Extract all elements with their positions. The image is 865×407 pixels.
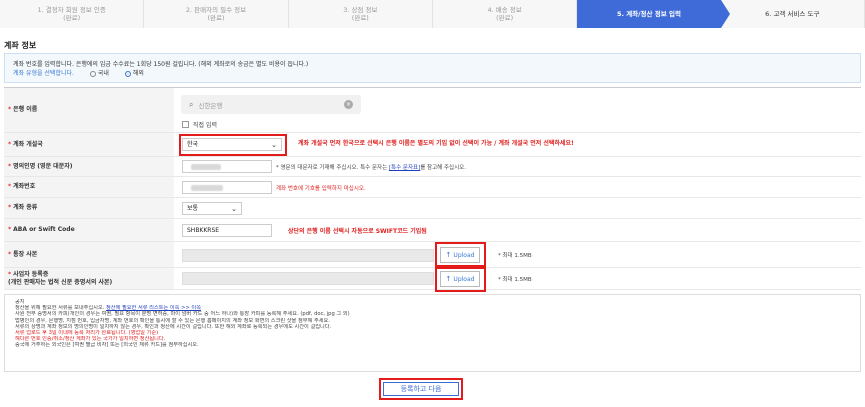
register-next-button[interactable]: 등록하고 다음 [383,382,459,396]
business-reg-file-field [182,272,434,285]
row-bank-name: * 은행 이름 [4,88,861,133]
section-title: 계좌 정보 [4,41,37,50]
highlight-passbook-upload [435,242,486,267]
clear-icon[interactable]: × [344,100,353,109]
radio-domestic[interactable] [89,70,96,77]
info-text: 계좌 번호를 입력합니다. 은행에의 입금 수수료는 1회당 150원 걸립니다… [13,61,309,68]
documents-list-link[interactable]: 정산에 필요한 서류 리스트는 이쪽 >> 이쪽 [106,305,201,311]
label-bank-name: * 은행 이름 [4,88,174,132]
submit-highlight: 등록하고 다음 [379,378,463,400]
notice-line: 중국에 거주하는 외국인은 [여권 별급 비자] 또는 [외국인 체류 카드]를… [15,342,199,349]
swift-note: 상단의 은행 이름 선택시 자동으로 SWIFT코드 기입됨 [288,228,427,235]
passbook-size-limit: * 최대 1.5MB [498,253,532,259]
row-account-type: * 계좌 종류 보통 ⌄ [4,198,861,219]
business-reg-size-limit: * 최대 1.5MB [498,277,532,283]
checkbox-box[interactable] [182,121,189,128]
info-box: 계좌 번호를 입력합니다. 은행에의 입금 수수료는 1회당 150원 걸립니다… [4,53,861,83]
step-status: (완료) [63,14,81,22]
special-char-link[interactable]: [특수 문자표] [389,165,420,171]
chevron-down-icon: ⌄ [231,205,237,213]
step-title: 4. 배송 정보 [487,6,522,14]
step-title: 5. 계좌/정산 정보 입력 [616,10,681,18]
step-title: 2. 판매자의 필수 정보 [185,6,247,14]
step-2[interactable]: 2. 판매자의 필수 정보 (완료) [144,0,289,28]
label-account-type: * 계좌 종류 [4,198,174,218]
label-swift-code: * ABA or Swift Code [4,219,174,241]
row-account-number: * 계좌번호 계좌 번호에 기호를 입력하지 마십시오. [4,177,861,198]
row-swift-code: * ABA or Swift Code SHBKKRSE 상단의 은행 이름 선택… [4,219,861,242]
highlight-business-upload [435,267,486,292]
step-3[interactable]: 3. 상점 정보 (완료) [289,0,433,28]
account-form: * 은행 이름 * 계좌 개설국 한국 ⌄ * 명의인명 (영문 대문자) * 영문의 … [4,87,861,290]
country-note: 계좌 개설국 먼저 한국으로 선택시 은행 이름은 별도의 기입 없이 선택이 … [298,140,574,147]
label-holder-name: * 명의인명 (영문 대문자) [4,157,174,176]
step-title: 3. 상점 정보 [343,6,378,14]
step-status: (완료) [496,14,514,22]
bank-placeholder: 신한은행 [198,101,223,110]
direct-input-checkbox[interactable]: 직접 입력 [182,120,217,129]
search-icon: ⌕ [189,99,194,109]
swift-code-input[interactable]: SHBKKRSE [182,224,272,237]
step-5-current[interactable]: 5. 계좌/정산 정보 입력 [577,0,730,28]
highlight-country [179,134,287,156]
row-business-registration: * 사업자 등록증 (개인 판매자는 법적 신분 증명서의 사본) ↑ Upload… [4,268,861,290]
row-passbook: * 통장 사본 ↑ Upload * 최대 1.5MB [4,242,861,268]
holder-hint: * 영문의 대문자로 기재해 주십시오. 특수 문자는 [특수 문자표]를 참고… [276,165,466,171]
step-status: (완료) [207,14,225,22]
holder-name-input[interactable] [182,160,272,173]
row-holder-name: * 명의인명 (영문 대문자) * 영문의 대문자로 기재해 주십시오. 특수 문… [4,157,861,177]
label-country: * 계좌 개설국 [4,133,174,156]
radio-overseas-label[interactable]: 해외 [133,70,144,77]
radio-domestic-label[interactable]: 국내 [98,70,109,77]
label-business-registration: * 사업자 등록증 (개인 판매자는 법적 신분 증명서의 사본) [4,268,174,289]
passbook-file-field [182,249,434,262]
step-4[interactable]: 4. 배송 정보 (완료) [433,0,578,28]
step-status: (완료) [351,14,369,22]
radio-overseas[interactable] [124,70,131,77]
step-title: 6. 고객 서비스 도구 [765,10,820,18]
account-number-hint: 계좌 번호에 기호를 입력하지 마십시오. [276,186,366,192]
step-1[interactable]: 1. 결정자 회원 정보 인증 (완료) [0,0,145,28]
step-title: 1. 결정자 회원 정보 인증 [37,6,106,14]
account-type-select[interactable]: 보통 ⌄ [182,202,242,215]
direct-input-label: 직접 입력 [193,122,217,129]
account-type-prompt: 계좌 유형을 선택합니다. [13,70,74,77]
account-number-input[interactable] [182,181,272,194]
label-account-number: * 계좌번호 [4,177,174,197]
progress-steps: 1. 결정자 회원 정보 인증 (완료) 2. 판매자의 필수 정보 (완료) 3.… [0,0,865,28]
notice-box: 공지 정산을 위해 필요한 서류를 보내주십시오. 정산에 필요한 서류 리스트… [4,294,861,372]
step-6[interactable]: 6. 고객 서비스 도구 [721,0,865,28]
label-passbook: * 통장 사본 [4,242,174,267]
bank-search-input[interactable]: ⌕ 신한은행 × [181,95,361,114]
